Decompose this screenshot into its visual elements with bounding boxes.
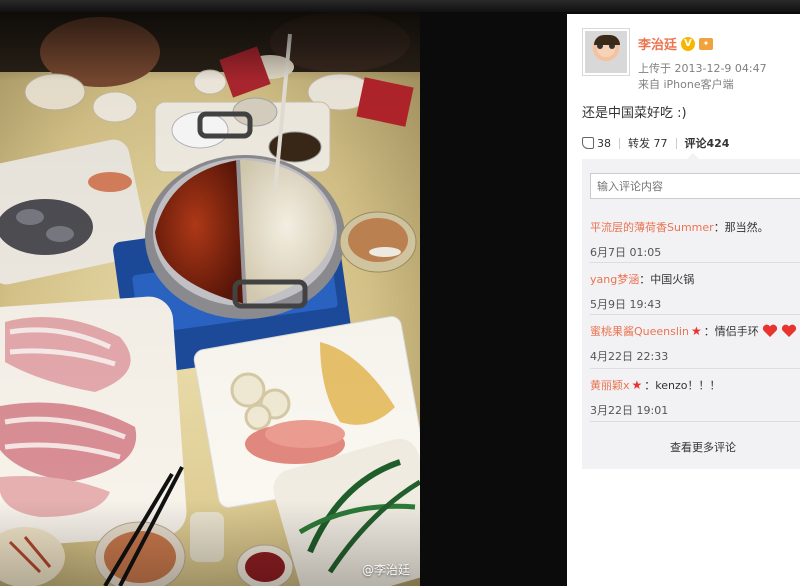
comment-divider — [590, 314, 800, 315]
thumbs-up-icon — [582, 137, 594, 149]
comments-box: 平流层的薄荷香Summer ：那当然。 6月7日 01:05 回 yang梦涵 … — [582, 159, 800, 469]
comment-input[interactable] — [590, 173, 800, 199]
comment-time: 3月22日 19:01 — [590, 404, 669, 417]
author-row: 李治廷 V ✦ — [638, 34, 714, 53]
comment-divider — [590, 262, 800, 263]
heart-emoji-icon — [781, 324, 796, 337]
comment-text: ：中国火锅 — [639, 273, 695, 286]
comment-text: ：kenzo！！！ — [644, 379, 721, 392]
like-button[interactable]: 38 — [582, 137, 619, 150]
comment-item: 黄丽颖x ★ ：kenzo！！！ 3月22日 19:01 回 — [590, 377, 800, 418]
comment-label: 评论424 — [684, 137, 730, 150]
comment-button[interactable]: 评论424 — [685, 135, 738, 151]
star-badge-icon[interactable]: ★ — [632, 378, 643, 392]
repost-button[interactable]: 转发 77 — [628, 135, 676, 151]
top-strip — [0, 0, 800, 12]
action-divider — [675, 137, 677, 149]
comment-time: 5月9日 19:43 — [590, 298, 662, 311]
star-badge-icon[interactable]: ★ — [691, 324, 702, 338]
photo-illustration — [0, 12, 420, 586]
post-text: 还是中国菜好吃 :) — [582, 106, 687, 121]
action-divider — [619, 137, 620, 149]
comment-author[interactable]: 蜜桃果酱Queenslin — [590, 323, 689, 339]
photo-watermark: @李治廷 — [361, 563, 410, 577]
upload-time: 上传于 2013-12-9 04:47 — [638, 62, 767, 75]
weibo-photo-viewer: @李治廷 李治廷 V ✦ 上传于 2013-12-9 04:47 来自 iPho… — [0, 0, 800, 586]
comment-time: 4月22日 22:33 — [590, 350, 669, 363]
comment-divider — [590, 368, 800, 369]
comment-item: yang梦涵 ：中国火锅 5月9日 19:43 回 — [590, 271, 800, 312]
post-photo[interactable]: @李治廷 — [0, 12, 420, 586]
comment-text: ：那当然。 — [713, 221, 769, 234]
like-count: 38 — [597, 136, 611, 150]
verified-icon[interactable]: V — [681, 36, 696, 51]
comment-time: 6月7日 01:05 — [590, 246, 662, 259]
comment-item: 蜜桃果酱Queenslin ★ ：情侣手环 4月22日 22:33 回 — [590, 323, 800, 364]
comment-author[interactable]: 平流层的薄荷香Summer — [590, 219, 714, 235]
repost-label: 转发 77 — [628, 137, 668, 150]
author-name[interactable]: 李治廷 — [638, 34, 677, 53]
avatar[interactable] — [582, 28, 630, 76]
post-detail-panel: 李治廷 V ✦ 上传于 2013-12-9 04:47 来自 iPhone客户端… — [567, 14, 800, 586]
post-actions: 38 转发 77 评论424 — [582, 132, 800, 154]
comment-text: ：情侣手环 — [703, 325, 759, 338]
avatar-image — [585, 31, 627, 73]
comment-author[interactable]: 黄丽颖x — [590, 377, 630, 393]
comment-author[interactable]: yang梦涵 — [590, 271, 639, 287]
member-icon[interactable]: ✦ — [699, 37, 714, 50]
comment-item: 平流层的薄荷香Summer ：那当然。 6月7日 01:05 回 — [590, 219, 800, 260]
post-source[interactable]: 来自 iPhone客户端 — [638, 77, 767, 93]
comment-divider — [590, 421, 800, 422]
more-comments-link[interactable]: 查看更多评论 — [670, 439, 736, 455]
post-meta: 上传于 2013-12-9 04:47 来自 iPhone客户端 — [638, 61, 767, 93]
heart-emoji-icon — [762, 324, 777, 337]
